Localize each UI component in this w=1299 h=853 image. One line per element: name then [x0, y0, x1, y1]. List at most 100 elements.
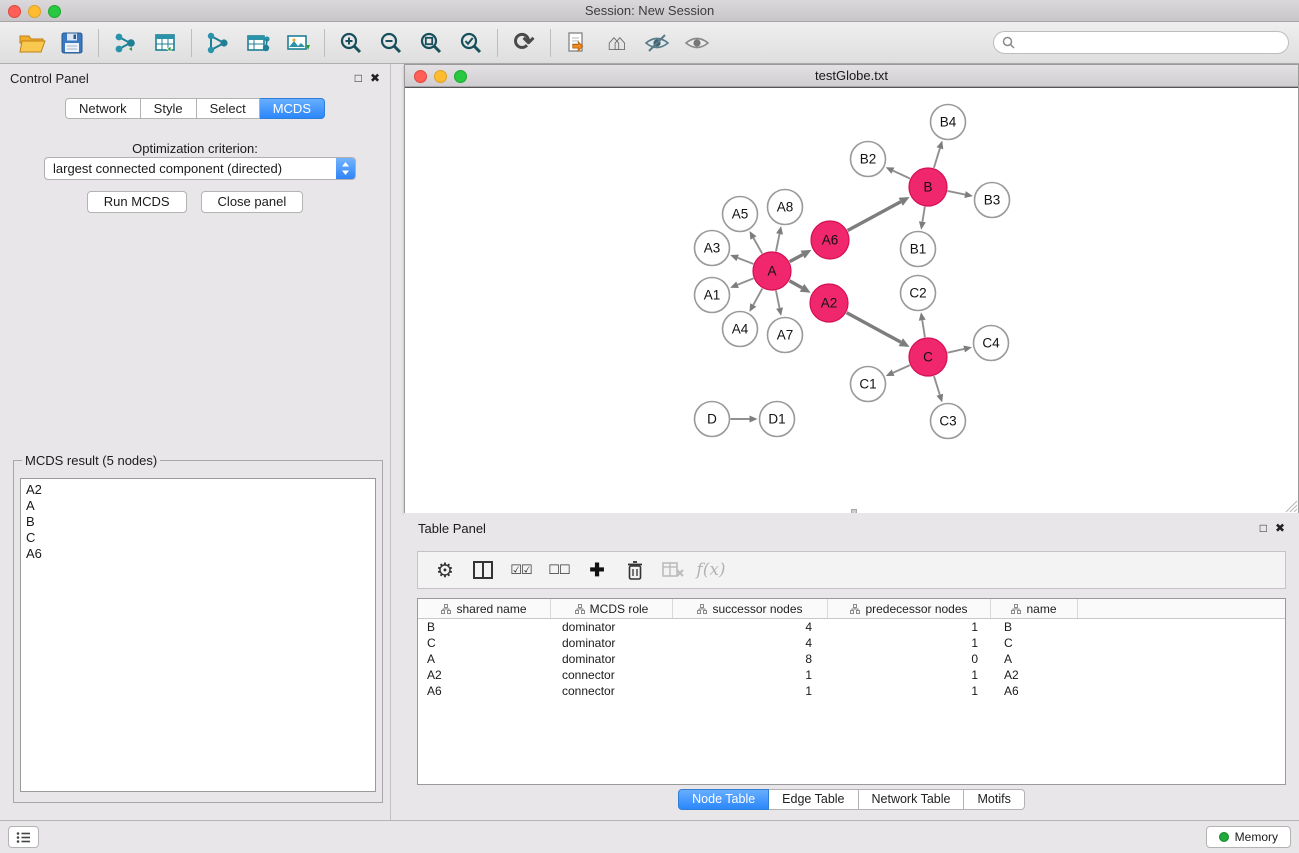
network-view-window[interactable]: testGlobe.txt AA1A2A3A4A5A6A7A8BB1B2B3B4… — [404, 64, 1299, 513]
table-cell[interactable]: 4 — [673, 635, 828, 651]
network-edge[interactable] — [738, 278, 754, 284]
network-node-A[interactable]: A — [753, 252, 791, 290]
show-hide-panel-button[interactable] — [677, 25, 717, 61]
table-cell[interactable]: A2 — [418, 667, 551, 683]
table-cell[interactable]: A — [991, 651, 1078, 667]
network-edge[interactable] — [848, 202, 901, 231]
table-cell[interactable]: 1 — [828, 635, 991, 651]
search-input[interactable] — [1020, 36, 1280, 50]
table-cell[interactable]: A6 — [418, 683, 551, 699]
table-cell[interactable]: 1 — [828, 619, 991, 635]
column-header[interactable]: successor nodes — [673, 599, 828, 618]
close-window-button[interactable] — [8, 5, 21, 18]
table-cell[interactable]: B — [991, 619, 1078, 635]
dropdown-stepper-icon[interactable] — [336, 158, 355, 179]
close-panel-icon[interactable]: ✖ — [370, 71, 380, 85]
import-table-button[interactable] — [145, 25, 185, 61]
create-column-button[interactable]: ✚ — [580, 554, 614, 586]
table-cell[interactable]: 1 — [673, 667, 828, 683]
table-row[interactable]: Cdominator41C — [418, 635, 1285, 651]
delete-table-button[interactable] — [656, 554, 690, 586]
run-mcds-button[interactable]: Run MCDS — [87, 191, 187, 213]
table-cell[interactable]: C — [991, 635, 1078, 651]
tab-network[interactable]: Network — [65, 98, 141, 119]
table-cell[interactable]: dominator — [551, 651, 673, 667]
mcds-result-item[interactable]: B — [26, 514, 370, 530]
network-node-C[interactable]: C — [909, 338, 947, 376]
network-edge[interactable] — [776, 291, 780, 308]
network-edge[interactable] — [790, 255, 803, 262]
network-edge[interactable] — [922, 207, 924, 222]
table-row[interactable]: Bdominator41B — [418, 619, 1285, 635]
table-cell[interactable]: 1 — [673, 683, 828, 699]
float-panel-icon[interactable]: □ — [355, 71, 362, 85]
memory-button[interactable]: Memory — [1206, 826, 1291, 848]
column-header[interactable]: MCDS role — [551, 599, 673, 618]
zoom-window-button[interactable] — [48, 5, 61, 18]
network-node-D[interactable]: D — [695, 402, 730, 437]
table-cell[interactable]: connector — [551, 683, 673, 699]
resize-grip-icon[interactable] — [1290, 505, 1297, 512]
function-builder-button[interactable]: f(x) — [694, 554, 728, 586]
network-edge[interactable] — [776, 234, 780, 251]
unselect-all-columns-button[interactable]: ☐☐ — [542, 554, 576, 586]
zoom-out-button[interactable] — [371, 25, 411, 61]
mcds-result-list[interactable]: A2ABCA6 — [20, 478, 376, 792]
tab-edge-table[interactable]: Edge Table — [769, 789, 858, 810]
mcds-result-item[interactable]: A — [26, 498, 370, 514]
table-cell[interactable]: C — [418, 635, 551, 651]
network-zoom-button[interactable] — [454, 70, 467, 83]
network-close-button[interactable] — [414, 70, 427, 83]
network-node-A3[interactable]: A3 — [695, 231, 730, 266]
node-table[interactable]: shared nameMCDS rolesuccessor nodesprede… — [417, 598, 1286, 785]
network-edge[interactable] — [922, 320, 925, 337]
network-edge[interactable] — [893, 171, 910, 179]
mcds-result-item[interactable]: C — [26, 530, 370, 546]
table-cell[interactable]: 1 — [828, 683, 991, 699]
tab-mcds[interactable]: MCDS — [260, 98, 325, 119]
table-settings-button[interactable]: ⚙ — [428, 554, 462, 586]
table-row[interactable]: A6connector11A6 — [418, 683, 1285, 699]
toggle-graphics-details-button[interactable] — [637, 25, 677, 61]
table-cell[interactable]: 0 — [828, 651, 991, 667]
network-minimize-button[interactable] — [434, 70, 447, 83]
resize-grip-icon[interactable] — [1294, 509, 1297, 512]
network-node-A7[interactable]: A7 — [768, 318, 803, 353]
table-cell[interactable]: 4 — [673, 619, 828, 635]
zoom-in-button[interactable] — [331, 25, 371, 61]
table-row[interactable]: Adominator80A — [418, 651, 1285, 667]
float-panel-icon[interactable]: □ — [1260, 521, 1267, 535]
tab-node-table[interactable]: Node Table — [678, 789, 769, 810]
open-session-button[interactable] — [12, 25, 52, 61]
network-edge[interactable] — [847, 313, 901, 343]
tab-motifs[interactable]: Motifs — [964, 789, 1024, 810]
zoom-selected-button[interactable] — [451, 25, 491, 61]
network-node-A8[interactable]: A8 — [768, 190, 803, 225]
home-panels-button[interactable]: ⌂⌂ — [597, 25, 637, 61]
table-cell[interactable]: 8 — [673, 651, 828, 667]
tab-network-table[interactable]: Network Table — [859, 789, 965, 810]
mcds-result-item[interactable]: A6 — [26, 546, 370, 562]
table-cell[interactable]: dominator — [551, 619, 673, 635]
network-edge[interactable] — [934, 376, 940, 395]
network-node-A1[interactable]: A1 — [695, 278, 730, 313]
network-node-B4[interactable]: B4 — [931, 105, 966, 140]
table-cell[interactable]: A6 — [991, 683, 1078, 699]
minimize-window-button[interactable] — [28, 5, 41, 18]
network-edge[interactable] — [893, 365, 910, 373]
mcds-result-item[interactable]: A2 — [26, 482, 370, 498]
network-table-button[interactable] — [238, 25, 278, 61]
network-node-C2[interactable]: C2 — [901, 276, 936, 311]
network-edge[interactable] — [934, 148, 940, 168]
export-image-button[interactable] — [278, 25, 318, 61]
refresh-view-button[interactable]: ⟳ — [504, 25, 544, 61]
network-edge[interactable] — [948, 191, 965, 195]
search-field[interactable] — [993, 31, 1289, 54]
network-node-A4[interactable]: A4 — [723, 312, 758, 347]
network-node-B2[interactable]: B2 — [851, 142, 886, 177]
table-cell[interactable]: B — [418, 619, 551, 635]
network-node-B1[interactable]: B1 — [901, 232, 936, 267]
network-node-C1[interactable]: C1 — [851, 367, 886, 402]
network-node-B3[interactable]: B3 — [975, 183, 1010, 218]
network-node-C3[interactable]: C3 — [931, 404, 966, 439]
